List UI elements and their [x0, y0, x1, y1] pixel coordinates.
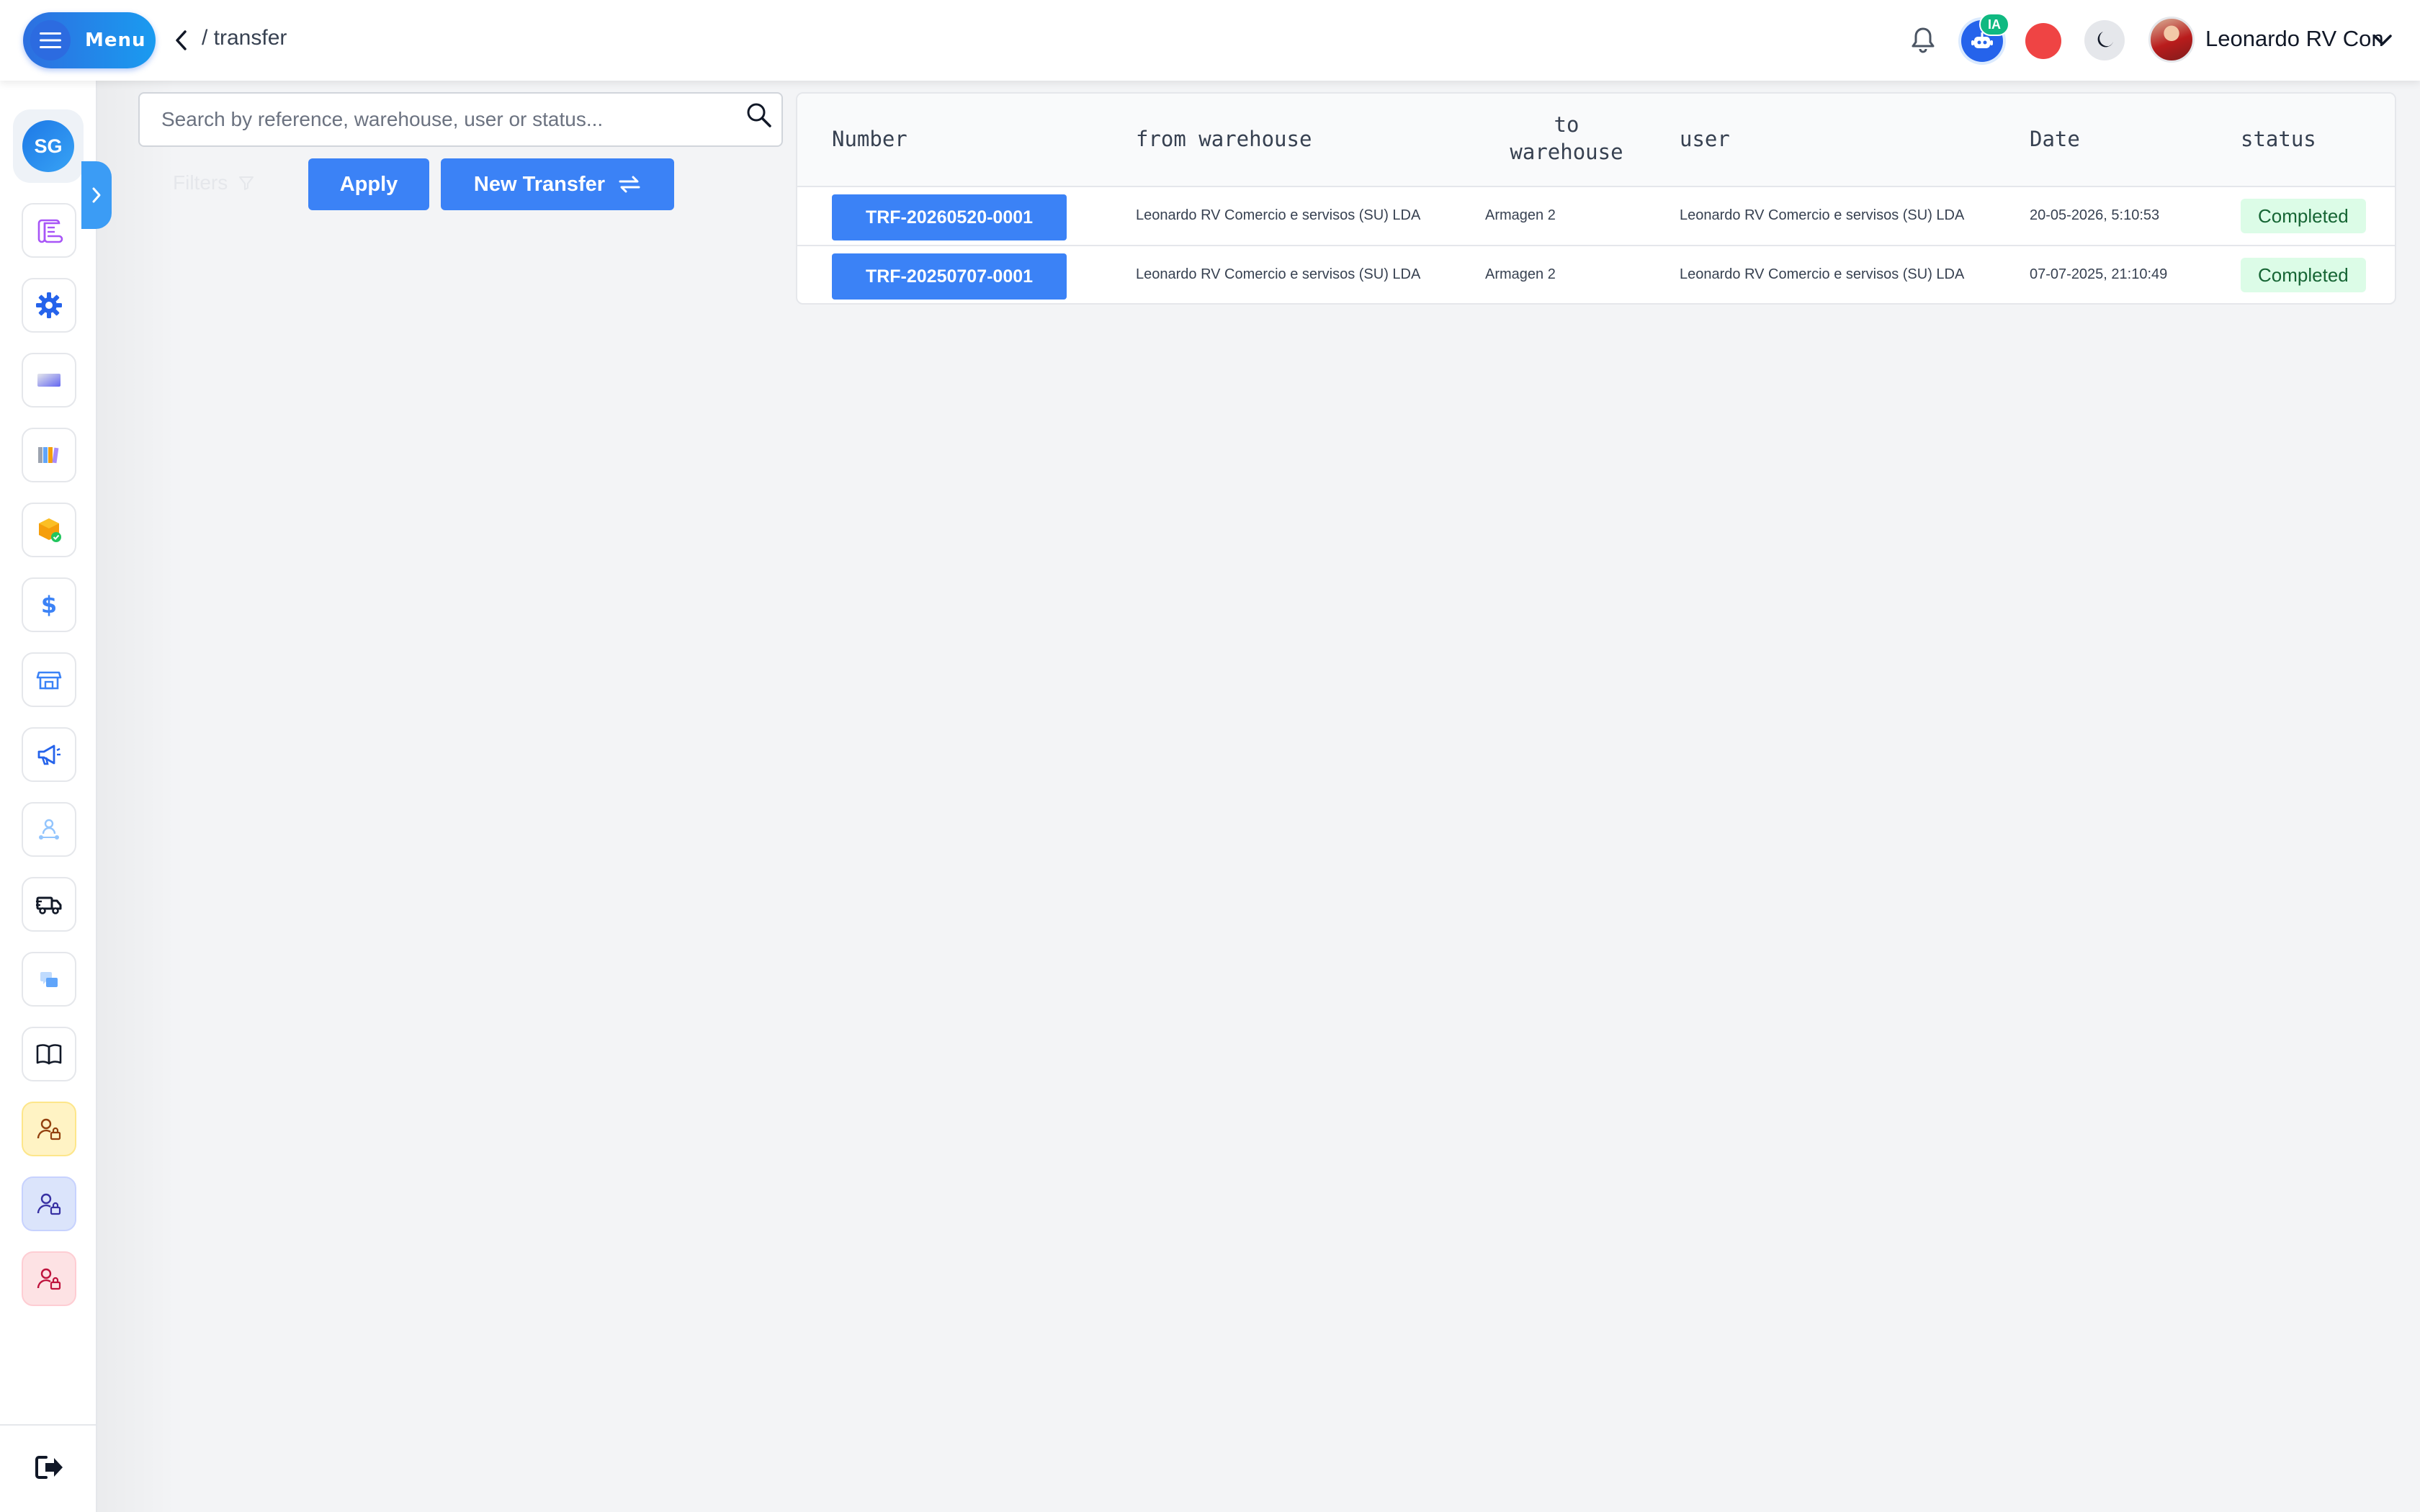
top-bar: Menu / transfer IA Leonardo RV Con — [0, 0, 2420, 81]
table-header: Number from warehouse to warehouse user … — [797, 94, 2395, 187]
scroll-icon — [37, 219, 63, 243]
transfer-number-button[interactable]: TRF-20250707-0001 — [832, 253, 1067, 300]
menu-label: Menu — [85, 30, 146, 51]
user-name[interactable]: Leonardo RV Con — [2205, 26, 2384, 52]
delivery-chat-icon — [40, 972, 58, 987]
books-icon — [38, 447, 59, 464]
back-button[interactable] — [170, 26, 193, 55]
sidebar-item-user-roles-3[interactable] — [22, 1251, 76, 1306]
new-transfer-label: New Transfer — [473, 172, 606, 196]
search-box — [138, 92, 783, 147]
transfers-table: Number from warehouse to warehouse user … — [796, 92, 2396, 305]
moon-icon — [2097, 32, 2113, 48]
sidebar-item-catalog[interactable] — [22, 1027, 76, 1081]
new-transfer-button[interactable]: New Transfer — [441, 158, 674, 210]
from-warehouse-cell: Leonardo RV Comercio e servisos (SU) LDA — [1136, 207, 1421, 223]
user-lock-icon — [37, 1118, 61, 1140]
breadcrumb: / transfer — [202, 26, 287, 50]
apply-button[interactable]: Apply — [308, 158, 429, 210]
from-warehouse-cell: Leonardo RV Comercio e servisos (SU) LDA — [1136, 266, 1421, 282]
user-lock-icon — [37, 1193, 61, 1215]
column-to-warehouse-line2: warehouse — [1510, 140, 1623, 164]
date-cell: 07-07-2025, 21:10:49 — [2030, 266, 2168, 282]
column-to-warehouse-line1: to — [1554, 112, 1579, 137]
svg-text:$: $ — [41, 591, 57, 618]
sidebar-item-transfers[interactable] — [22, 877, 76, 932]
logout-icon — [35, 1456, 63, 1479]
user-cell: Leonardo RV Comercio e servisos (SU) LDA — [1680, 266, 1965, 282]
record-indicator[interactable] — [2025, 23, 2061, 59]
hamburger-icon — [30, 20, 71, 60]
table-row[interactable]: TRF-20260520-0001 Leonardo RV Comercio e… — [797, 187, 2395, 246]
column-user[interactable]: user — [1680, 127, 1730, 151]
column-date[interactable]: Date — [2030, 127, 2080, 151]
sidebar-item-user-roles-2[interactable] — [22, 1176, 76, 1231]
to-warehouse-cell: Armagen 2 — [1485, 266, 1556, 282]
sidebar-item-documents[interactable] — [22, 203, 76, 258]
sidebar-item-marketing[interactable] — [22, 727, 76, 782]
chevron-right-icon — [92, 187, 101, 203]
menu-button[interactable]: Menu — [23, 12, 156, 68]
sidebar-item-products[interactable] — [22, 503, 76, 557]
chevron-left-icon — [176, 30, 187, 50]
user-menu-toggle[interactable] — [2370, 27, 2396, 53]
sidebar-item-store[interactable] — [22, 652, 76, 707]
date-cell: 20-05-2026, 5:10:53 — [2030, 207, 2160, 223]
user-cell: Leonardo RV Comercio e servisos (SU) LDA — [1680, 207, 1965, 223]
search-input[interactable] — [161, 94, 723, 145]
brand-initials: SG — [22, 120, 74, 172]
dark-mode-toggle[interactable] — [2084, 20, 2125, 60]
filter-icon — [239, 176, 254, 190]
filters-label: Filters — [173, 171, 228, 194]
gradient-card-icon — [37, 374, 60, 387]
dollar-icon: $ — [41, 591, 57, 618]
search-icon[interactable] — [745, 101, 774, 130]
status-badge: Completed — [2241, 258, 2366, 292]
brand-logo[interactable]: SG — [13, 109, 84, 183]
notifications-button[interactable] — [1907, 24, 1939, 56]
user-lock-icon — [37, 1268, 61, 1290]
sidebar-divider — [0, 1424, 97, 1426]
sidebar-toggle[interactable] — [81, 161, 112, 229]
sidebar-item-settings[interactable] — [22, 278, 76, 333]
sidebar-item-team[interactable] — [22, 802, 76, 857]
chevron-down-icon — [2373, 35, 2392, 45]
logout-button[interactable] — [30, 1452, 68, 1483]
user-network-icon — [39, 819, 59, 840]
column-from-warehouse[interactable]: from warehouse — [1136, 127, 1312, 151]
column-number[interactable]: Number — [832, 127, 908, 151]
sidebar-item-library[interactable] — [22, 428, 76, 482]
to-warehouse-cell: Armagen 2 — [1485, 207, 1556, 223]
status-badge: Completed — [2241, 199, 2366, 233]
transfer-number-button[interactable]: TRF-20260520-0001 — [832, 194, 1067, 240]
truck-icon — [36, 896, 62, 914]
sidebar-shadow — [97, 81, 176, 1512]
filters-toggle[interactable]: Filters — [173, 171, 255, 194]
megaphone-icon — [37, 744, 60, 765]
column-to-warehouse[interactable]: to warehouse — [1494, 112, 1639, 164]
book-open-icon — [36, 1044, 62, 1065]
sidebar-item-finance[interactable]: $ — [22, 577, 76, 632]
box-check-icon — [39, 518, 61, 542]
gear-icon — [36, 292, 62, 318]
sidebar-item-gradients[interactable] — [22, 353, 76, 408]
store-icon — [36, 671, 62, 690]
bell-icon — [1912, 27, 1935, 53]
column-status[interactable]: status — [2241, 127, 2316, 151]
table-row[interactable]: TRF-20250707-0001 Leonardo RV Comercio e… — [797, 246, 2395, 303]
sidebar-item-user-roles-1[interactable] — [22, 1102, 76, 1156]
avatar[interactable] — [2148, 17, 2195, 63]
ia-badge: IA — [1979, 13, 2009, 36]
transfer-arrows-icon — [619, 176, 640, 193]
sidebar-item-deliveries[interactable] — [22, 952, 76, 1007]
